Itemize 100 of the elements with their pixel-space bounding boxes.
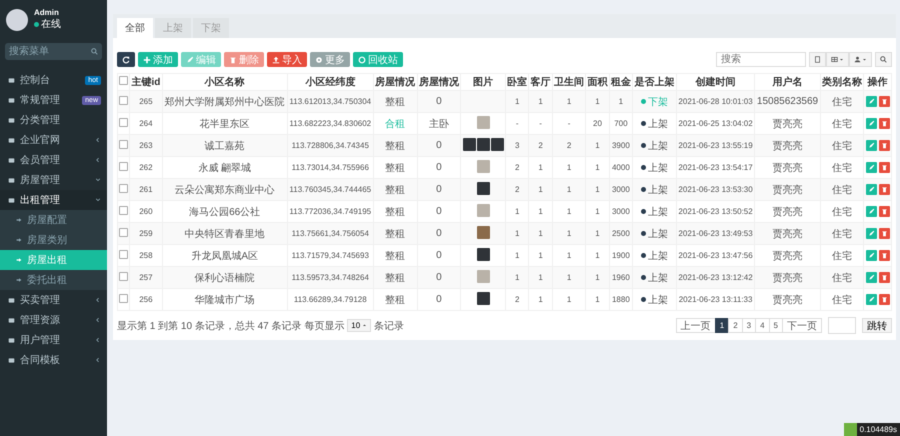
delete-button[interactable] xyxy=(878,294,890,305)
import-button[interactable]: 导入 xyxy=(267,52,307,67)
delete-button[interactable] xyxy=(878,272,890,283)
row-checkbox[interactable] xyxy=(119,294,128,303)
table-cell: 中央特区青春里地 xyxy=(162,222,288,244)
status-text: 上架 xyxy=(648,250,668,262)
row-checkbox[interactable] xyxy=(119,250,128,259)
page-button[interactable]: 上一页 xyxy=(676,318,716,333)
delete-button[interactable] xyxy=(878,118,890,129)
table-cell: 1 xyxy=(552,288,586,310)
table-cell: 113.612013,34.750304 xyxy=(287,90,374,112)
table-cell: 0 xyxy=(417,288,461,310)
table-cell: 1 xyxy=(586,90,610,112)
menu-item[interactable]: 企业官网 xyxy=(0,130,107,150)
row-checkbox[interactable] xyxy=(119,272,128,281)
column-header: 小区名称 xyxy=(162,74,288,90)
refresh-button[interactable] xyxy=(117,52,135,67)
submenu-item[interactable]: 委托出租 xyxy=(0,270,107,290)
table-cell: 住宅 xyxy=(820,266,864,288)
column-header: 用户名 xyxy=(754,74,820,90)
row-checkbox[interactable] xyxy=(119,118,128,127)
edit-button[interactable] xyxy=(866,118,877,129)
table-cell: 0 xyxy=(417,134,461,156)
filter-tab[interactable]: 全部 xyxy=(117,18,153,38)
page-size-select[interactable]: 10 xyxy=(347,319,372,332)
chevron-left-icon xyxy=(95,157,101,163)
edit-button[interactable] xyxy=(866,272,877,283)
user-name: Admin xyxy=(34,8,60,17)
menu-item[interactable]: 房屋管理 xyxy=(0,170,107,190)
delete-button[interactable] xyxy=(878,206,890,217)
menu-item[interactable]: 出租管理 xyxy=(0,190,107,210)
photo-placeholder[interactable] xyxy=(476,292,490,305)
table-cell: 256 xyxy=(130,288,162,310)
debug-badge[interactable]: 0.104489s xyxy=(844,423,900,436)
row-checkbox[interactable] xyxy=(119,184,128,193)
arrow-icon xyxy=(16,257,22,263)
delete-button[interactable] xyxy=(878,228,890,239)
toggle-view-button[interactable] xyxy=(809,52,826,67)
table-cell: 住宅 xyxy=(820,178,864,200)
menu-item[interactable]: 管理资源 xyxy=(0,310,107,330)
select-all-checkbox[interactable] xyxy=(119,76,128,85)
edit-button[interactable] xyxy=(866,206,877,217)
chevron-left-icon xyxy=(95,337,101,343)
photo-placeholder[interactable] xyxy=(476,182,490,195)
delete-button[interactable] xyxy=(878,250,890,261)
row-checkbox[interactable] xyxy=(119,228,128,237)
jump-button[interactable]: 跳转 xyxy=(862,318,892,333)
edit-button[interactable] xyxy=(866,162,877,173)
edit-button[interactable] xyxy=(866,140,877,151)
menu-item[interactable]: 会员管理 xyxy=(0,150,107,170)
menu-icon xyxy=(8,316,15,324)
menu-icon xyxy=(8,96,15,104)
menu-item[interactable]: 合同模板 xyxy=(0,350,107,370)
columns-button[interactable] xyxy=(826,52,849,67)
table-cell: 113.59573,34.748264 xyxy=(287,266,374,288)
edit-button[interactable] xyxy=(866,228,877,239)
trash-icon xyxy=(880,142,888,149)
refresh-icon xyxy=(122,56,130,64)
table-cell: 1 xyxy=(528,178,552,200)
menu-item[interactable]: 买卖管理 xyxy=(0,290,107,310)
table-cell: 259 xyxy=(130,222,162,244)
chevron-left-icon xyxy=(95,137,101,143)
page-button[interactable]: 下一页 xyxy=(782,318,822,333)
row-checkbox[interactable] xyxy=(119,162,128,171)
table-cell: 1 xyxy=(506,222,529,244)
photo-placeholder[interactable] xyxy=(476,248,490,261)
table-cell: 郑州大学附属郑州中心医院 xyxy=(162,90,288,112)
row-checkbox[interactable] xyxy=(119,206,128,215)
delete-button[interactable] xyxy=(878,162,890,173)
submenu-item[interactable]: 房屋配置 xyxy=(0,210,107,230)
table-cell: 2500 xyxy=(609,222,633,244)
table-cell: 1960 xyxy=(609,266,633,288)
menu-item[interactable]: 分类管理 xyxy=(0,110,107,130)
table-cell: 1 xyxy=(586,288,610,310)
pagination-summary: 显示第 1 到第 10 条记录，总共 47 条记录 每页显示 xyxy=(117,320,344,332)
delete-button[interactable] xyxy=(878,140,890,151)
edit-button[interactable] xyxy=(866,184,877,195)
table-cell: 3 xyxy=(506,134,529,156)
page-number-field[interactable] xyxy=(828,317,856,334)
delete-button[interactable] xyxy=(878,184,890,195)
edit-button[interactable] xyxy=(866,96,877,107)
table-search-field[interactable]: 搜索 xyxy=(716,52,806,67)
edit-button[interactable] xyxy=(866,294,877,305)
submenu-item[interactable]: 房屋类别 xyxy=(0,230,107,250)
photo-placeholder[interactable] xyxy=(462,138,476,151)
status-text: 上架 xyxy=(648,118,668,130)
edit-button[interactable] xyxy=(866,250,877,261)
table-cell: 1 xyxy=(552,90,586,112)
delete-button[interactable] xyxy=(878,96,890,107)
table-cell: 1 xyxy=(586,266,610,288)
page-button[interactable]: 2 xyxy=(728,318,743,333)
photo-placeholder[interactable] xyxy=(476,138,490,151)
menu-search-field[interactable]: 搜索菜单 xyxy=(5,43,102,60)
page-button[interactable]: 4 xyxy=(755,318,770,333)
row-checkbox[interactable] xyxy=(119,96,128,105)
photo-placeholder[interactable] xyxy=(490,138,504,151)
row-checkbox[interactable] xyxy=(119,140,128,149)
export-button[interactable] xyxy=(849,52,872,67)
menu-item[interactable]: 用户管理 xyxy=(0,330,107,350)
search-button[interactable] xyxy=(875,52,892,67)
